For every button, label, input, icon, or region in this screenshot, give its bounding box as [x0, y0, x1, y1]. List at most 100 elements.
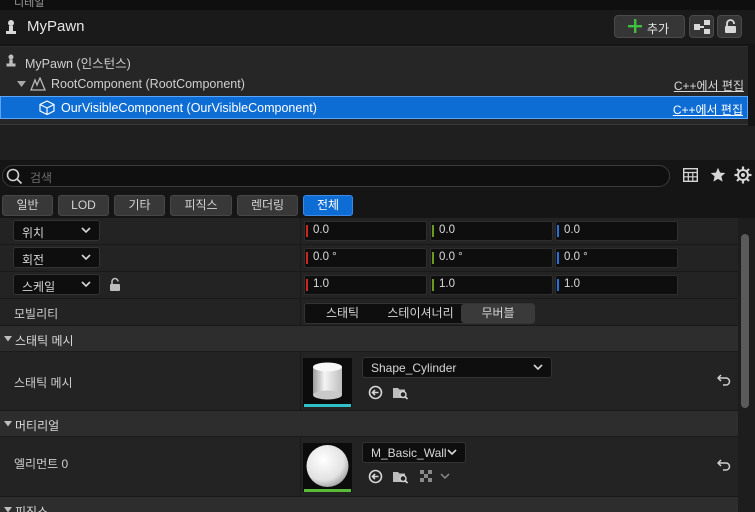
search-placeholder: 검색 — [30, 171, 53, 185]
location-z-value: 0.0 — [564, 224, 580, 236]
element-0-label: 엘리먼트 0 — [14, 457, 69, 471]
mobility-option-stationary[interactable]: 스테이셔너리 — [380, 304, 461, 323]
browse-asset-icon[interactable] — [392, 469, 409, 484]
rotation-x-field[interactable]: 0.0 ° — [304, 248, 427, 268]
tab-lod[interactable]: LOD — [58, 195, 109, 216]
rotation-z-field[interactable]: 0.0 ° — [555, 248, 678, 268]
static-mesh-label: 스태틱 메시 — [14, 376, 73, 390]
property-row-rotation: 회전 0.0 ° 0.0 ° 0.0 ° — [0, 245, 738, 272]
edit-in-cpp-link[interactable]: C++에서 편집 — [673, 101, 743, 118]
plus-icon — [627, 18, 643, 34]
column-splitter — [300, 299, 301, 326]
material-value: M_Basic_Wall — [371, 446, 447, 460]
edit-in-cpp-link[interactable]: C++에서 편집 — [674, 77, 744, 94]
scale-z-value: 1.0 — [564, 278, 580, 290]
location-x-field[interactable]: 0.0 — [304, 221, 427, 241]
asset-type-line — [304, 489, 351, 492]
scene-component-icon — [30, 77, 46, 91]
scale-x-field[interactable]: 1.0 — [304, 275, 427, 295]
property-row-scale: 스케일 1.0 1.0 1.0 — [0, 272, 738, 299]
lock-icon — [724, 19, 737, 34]
add-button-label: 추가 — [647, 22, 670, 36]
use-selected-asset-icon[interactable] — [368, 469, 383, 484]
tree-row-actor[interactable]: MyPawn (인스턴스) — [0, 49, 748, 72]
search-input[interactable]: 검색 — [2, 165, 670, 187]
details-panel: 위치 0.0 0.0 0.0 회전 0.0 ° 0.0 ° 0.0 ° 스케일 … — [0, 218, 738, 512]
scale-label: 스케일 — [22, 280, 56, 294]
settings-gear-icon[interactable] — [734, 166, 752, 184]
column-splitter — [300, 218, 301, 245]
reset-to-default-icon[interactable] — [717, 459, 731, 471]
property-row-location: 위치 0.0 0.0 0.0 — [0, 218, 738, 245]
asset-type-line — [304, 404, 351, 407]
tab-all[interactable]: 전체 — [303, 195, 353, 216]
tab-rendering[interactable]: 렌더링 — [237, 195, 298, 216]
panel-splitter[interactable] — [0, 126, 755, 160]
texture-options-icon[interactable] — [420, 470, 452, 483]
collapse-arrow-icon — [4, 507, 12, 512]
scale-y-value: 1.0 — [439, 278, 455, 290]
lock-button[interactable] — [717, 15, 742, 38]
location-label: 위치 — [22, 226, 45, 240]
search-icon — [6, 168, 23, 185]
column-splitter — [300, 437, 301, 497]
material-picker[interactable]: M_Basic_Wall — [362, 442, 466, 463]
rotation-dropdown[interactable]: 회전 — [13, 247, 100, 268]
static-mesh-component-icon — [39, 100, 55, 115]
z-axis-marker — [557, 225, 559, 237]
scale-y-field[interactable]: 1.0 — [430, 275, 553, 295]
favorites-star-icon[interactable] — [710, 167, 726, 183]
collapse-arrow-icon[interactable] — [17, 81, 26, 88]
tab-misc[interactable]: 기타 — [114, 195, 165, 216]
mobility-option-movable[interactable]: 무버블 — [461, 304, 535, 323]
blueprint-icon — [694, 20, 710, 34]
location-x-value: 0.0 — [313, 224, 329, 236]
section-materials[interactable]: 머티리얼 — [0, 411, 738, 437]
property-row-static-mesh: 스태틱 메시 Shape_Cylinder — [0, 352, 738, 411]
section-static-mesh[interactable]: 스태틱 메시 — [0, 326, 738, 352]
scale-z-field[interactable]: 1.0 — [555, 275, 678, 295]
reset-to-default-icon[interactable] — [717, 374, 731, 386]
details-header: MyPawn 추가 — [0, 10, 755, 44]
location-z-field[interactable]: 0.0 — [555, 221, 678, 241]
tree-row-label: RootComponent (RootComponent) — [51, 77, 245, 91]
location-y-field[interactable]: 0.0 — [430, 221, 553, 241]
z-axis-marker — [557, 252, 559, 264]
collapse-arrow-icon — [4, 336, 12, 342]
tab-physics[interactable]: 피직스 — [170, 195, 232, 216]
mobility-option-static[interactable]: 스태틱 — [305, 304, 380, 323]
browse-asset-icon[interactable] — [392, 385, 409, 400]
tree-row-root-component[interactable]: RootComponent (RootComponent) C++에서 편집 — [0, 73, 748, 96]
property-matrix-icon[interactable] — [683, 168, 698, 182]
scale-x-value: 1.0 — [313, 278, 329, 290]
section-title: 피직스 — [15, 505, 49, 512]
cylinder-preview-icon — [313, 362, 342, 400]
add-component-button[interactable]: 추가 — [614, 15, 685, 38]
static-mesh-picker[interactable]: Shape_Cylinder — [362, 357, 552, 378]
column-splitter — [300, 245, 301, 272]
pawn-icon — [4, 19, 18, 35]
scrollbar-thumb[interactable] — [741, 234, 749, 408]
property-row-element-0: 엘리먼트 0 M_Basic_Wall — [0, 437, 738, 497]
mobility-label: 모빌리티 — [14, 307, 59, 321]
window-tab-strip: 디테일 — [0, 0, 755, 10]
scale-dropdown[interactable]: 스케일 — [13, 274, 100, 295]
column-splitter — [300, 352, 301, 411]
static-mesh-value: Shape_Cylinder — [371, 361, 457, 375]
tab-general[interactable]: 일반 — [2, 195, 53, 216]
blueprint-button[interactable] — [689, 15, 714, 38]
scale-lock-icon[interactable] — [108, 277, 122, 292]
use-selected-asset-icon[interactable] — [368, 385, 383, 400]
mesh-thumbnail[interactable] — [303, 358, 352, 407]
rotation-z-value: 0.0 ° — [564, 251, 588, 263]
location-dropdown[interactable]: 위치 — [13, 220, 100, 241]
rotation-y-field[interactable]: 0.0 ° — [430, 248, 553, 268]
window-tab-label[interactable]: 디테일 — [14, 0, 44, 10]
rotation-x-value: 0.0 ° — [313, 251, 337, 263]
material-thumbnail[interactable] — [303, 443, 352, 492]
category-tabs: 일반 LOD 기타 피직스 렌더링 전체 — [0, 194, 755, 218]
chevron-down-icon — [447, 449, 457, 456]
section-physics[interactable]: 피직스 — [0, 497, 738, 512]
tree-row-visible-component[interactable]: OurVisibleComponent (OurVisibleComponent… — [0, 96, 748, 119]
chevron-down-icon — [533, 364, 543, 371]
